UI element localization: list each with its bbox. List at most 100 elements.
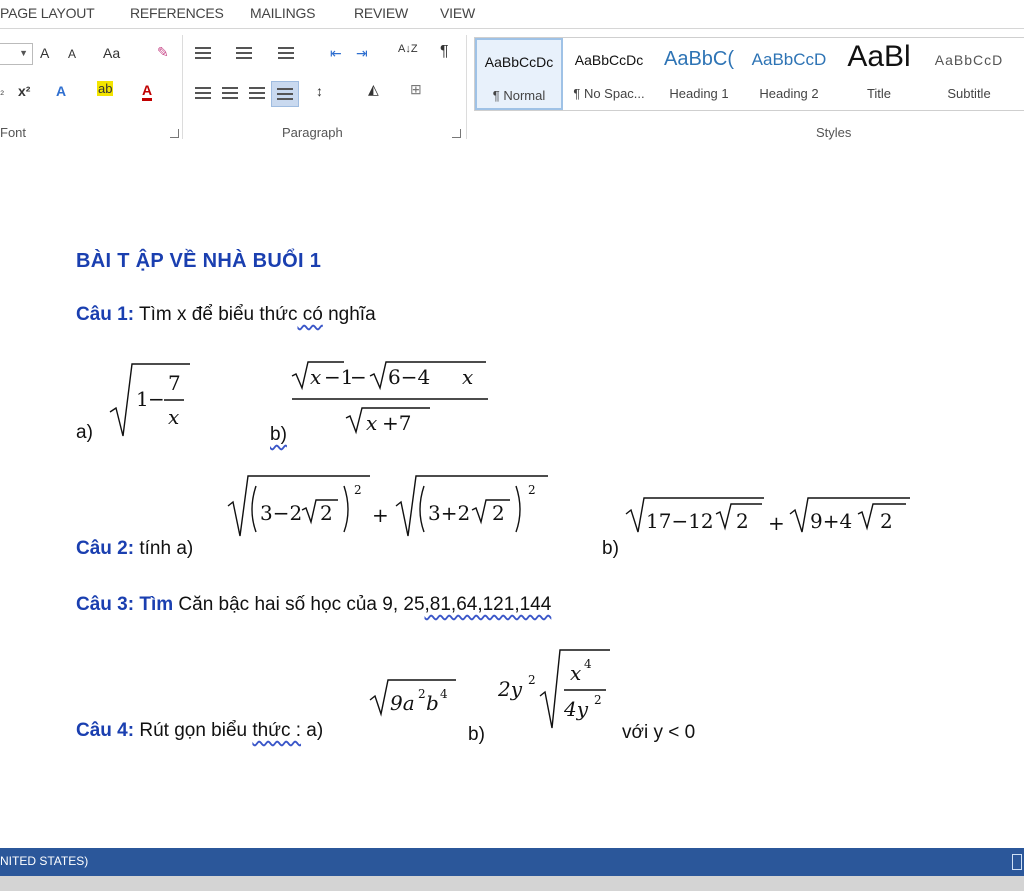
font-size-dropdown[interactable]: ▼ xyxy=(0,43,33,65)
question-4-squiggle-text: thức : xyxy=(252,720,302,741)
style-preview: AaBbCcDc xyxy=(574,52,644,68)
style-title[interactable]: AaBl Title xyxy=(835,38,923,110)
svg-text:6−4: 6−4 xyxy=(388,365,430,389)
text-effects-button[interactable]: A xyxy=(56,83,66,99)
shading-icon[interactable]: ◭ xyxy=(368,81,379,98)
ribbon-tab-bar: PAGE LAYOUT REFERENCES MAILINGS REVIEW V… xyxy=(0,0,1024,28)
question-1a-label: a) xyxy=(76,422,93,443)
style-heading-2[interactable]: AaBbCcD Heading 2 xyxy=(745,38,833,110)
font-color-button[interactable]: A xyxy=(142,83,153,101)
question-3-text: Căn bậc hai số học của 9, 25 xyxy=(173,594,425,615)
question-2b-label: b) xyxy=(602,538,619,559)
svg-text:2: 2 xyxy=(594,693,602,707)
group-label-font: Font xyxy=(0,125,27,140)
svg-text:2: 2 xyxy=(492,501,505,525)
svg-text:2: 2 xyxy=(354,483,362,497)
question-3-label: Câu 3: Tìm xyxy=(76,594,174,615)
svg-text:x: x xyxy=(310,365,321,389)
decrease-indent-icon[interactable]: ⇤ xyxy=(330,45,342,62)
svg-text:+: + xyxy=(372,503,389,527)
math-q2b: 17−12 2 + 9+4 2 xyxy=(625,497,910,535)
question-4-label: Câu 4: xyxy=(76,720,135,741)
question-4-text-end: a) xyxy=(301,720,324,741)
question-4-line: Câu 4: Rút gọn biểu thức : a) xyxy=(76,720,323,742)
grow-font-button[interactable]: A xyxy=(40,45,49,61)
question-1-text: Tìm x để biểu thức xyxy=(134,304,298,325)
question-1-label: Câu 1: xyxy=(76,304,135,325)
tab-page-layout[interactable]: PAGE LAYOUT xyxy=(0,5,95,21)
svg-text:b: b xyxy=(426,691,439,715)
shrink-font-button[interactable]: A xyxy=(68,47,76,61)
svg-text:4: 4 xyxy=(440,687,448,701)
increase-indent-icon[interactable]: ⇥ xyxy=(356,45,368,62)
view-mode-icon[interactable] xyxy=(1012,854,1022,870)
line-spacing-icon[interactable]: ↕ xyxy=(316,83,323,99)
svg-text:+7: +7 xyxy=(382,411,411,435)
svg-text:17−12: 17−12 xyxy=(646,509,714,533)
highlight-button[interactable]: ab xyxy=(97,81,114,96)
tab-mailings[interactable]: MAILINGS xyxy=(250,5,316,21)
borders-icon[interactable]: ⊞ xyxy=(410,81,422,98)
style-name: Title xyxy=(866,86,892,101)
clear-formatting-icon[interactable]: ✎ xyxy=(157,44,169,61)
math-q4a: 9a 2 b4 xyxy=(369,679,456,717)
sort-button[interactable]: A↓Z xyxy=(398,44,418,55)
superscript-button[interactable]: x² xyxy=(18,83,30,99)
numbering-icon[interactable] xyxy=(236,47,252,59)
math-q4b: 2y 2 x4 4y 2 xyxy=(497,649,610,729)
show-formatting-button[interactable]: ¶ xyxy=(440,43,449,61)
question-1b-label-text: b) xyxy=(270,424,287,445)
status-bar: NITED STATES) xyxy=(0,848,1024,876)
align-left-icon[interactable] xyxy=(195,87,211,99)
question-2-text: tính a) xyxy=(134,538,194,559)
group-divider xyxy=(182,35,183,139)
chevron-down-icon: ▼ xyxy=(19,48,28,58)
language-indicator[interactable]: NITED STATES) xyxy=(0,854,88,868)
paragraph-dialog-launcher-icon[interactable] xyxy=(452,129,461,138)
bullets-icon[interactable] xyxy=(195,47,211,59)
tab-view[interactable]: VIEW xyxy=(440,5,475,21)
document-heading: BÀI T ẬP VỀ NHÀ BUỔI 1 xyxy=(76,250,322,272)
math-q1a-one: 1 xyxy=(136,387,149,411)
style-heading-1[interactable]: AaBbC( Heading 1 xyxy=(655,38,743,110)
change-case-button[interactable]: Aa xyxy=(103,45,120,61)
question-1-line: Câu 1: Tìm x để biểu thức có nghĩa xyxy=(76,304,376,326)
question-4-text: Rút gọn biểu xyxy=(134,720,253,741)
group-label-paragraph: Paragraph xyxy=(282,125,343,140)
style-preview: AaBbCcD xyxy=(934,52,1004,68)
svg-text:2: 2 xyxy=(528,673,536,687)
style-name: Subtitle xyxy=(947,86,991,101)
multilevel-list-icon[interactable] xyxy=(278,47,294,59)
svg-text:9+4: 9+4 xyxy=(810,509,852,533)
svg-text:2: 2 xyxy=(320,501,333,525)
svg-text:2: 2 xyxy=(528,483,536,497)
style-name: ¶ No Spac... xyxy=(573,86,645,101)
style-name: Heading 1 xyxy=(669,86,729,101)
svg-text:x: x xyxy=(366,411,377,435)
math-q1a: 1 − 7 x xyxy=(109,363,190,437)
svg-text:4y: 4y xyxy=(563,697,589,721)
styles-gallery: AaBbCcDc ¶ Normal AaBbCcDc ¶ No Spac... … xyxy=(474,37,1024,111)
style-preview: AaBl xyxy=(847,40,911,73)
tab-review[interactable]: REVIEW xyxy=(354,5,408,21)
align-right-icon[interactable] xyxy=(249,87,265,99)
document-page[interactable]: BÀI T ẬP VỀ NHÀ BUỔI 1 Câu 1: Tìm x để b… xyxy=(0,144,1024,848)
question-2-line: Câu 2: tính a) xyxy=(76,538,193,560)
font-dialog-launcher-icon[interactable] xyxy=(170,129,179,138)
question-1-text-end: nghĩa xyxy=(322,304,376,325)
svg-text:+: + xyxy=(768,511,785,535)
svg-text:−: − xyxy=(350,365,367,389)
justify-button[interactable] xyxy=(271,81,299,107)
svg-text:2: 2 xyxy=(880,509,893,533)
svg-text:4: 4 xyxy=(584,657,592,671)
style-no-spacing[interactable]: AaBbCcDc ¶ No Spac... xyxy=(565,38,653,110)
tab-references[interactable]: REFERENCES xyxy=(130,5,224,21)
style-name: Heading 2 xyxy=(759,86,819,101)
style-subtitle[interactable]: AaBbCcD Subtitle xyxy=(925,38,1013,110)
align-center-icon[interactable] xyxy=(222,87,238,99)
ribbon: ▼ A A Aa ✎ ₂ x² A ab A Font ⇤ ⇥ A↓Z ¶ ↕ … xyxy=(0,28,1024,146)
subscript-button[interactable]: ₂ xyxy=(0,85,4,97)
svg-text:2: 2 xyxy=(418,687,426,701)
question-4-condition: với y < 0 xyxy=(622,722,696,743)
style-normal[interactable]: AaBbCcDc ¶ Normal xyxy=(475,38,563,110)
